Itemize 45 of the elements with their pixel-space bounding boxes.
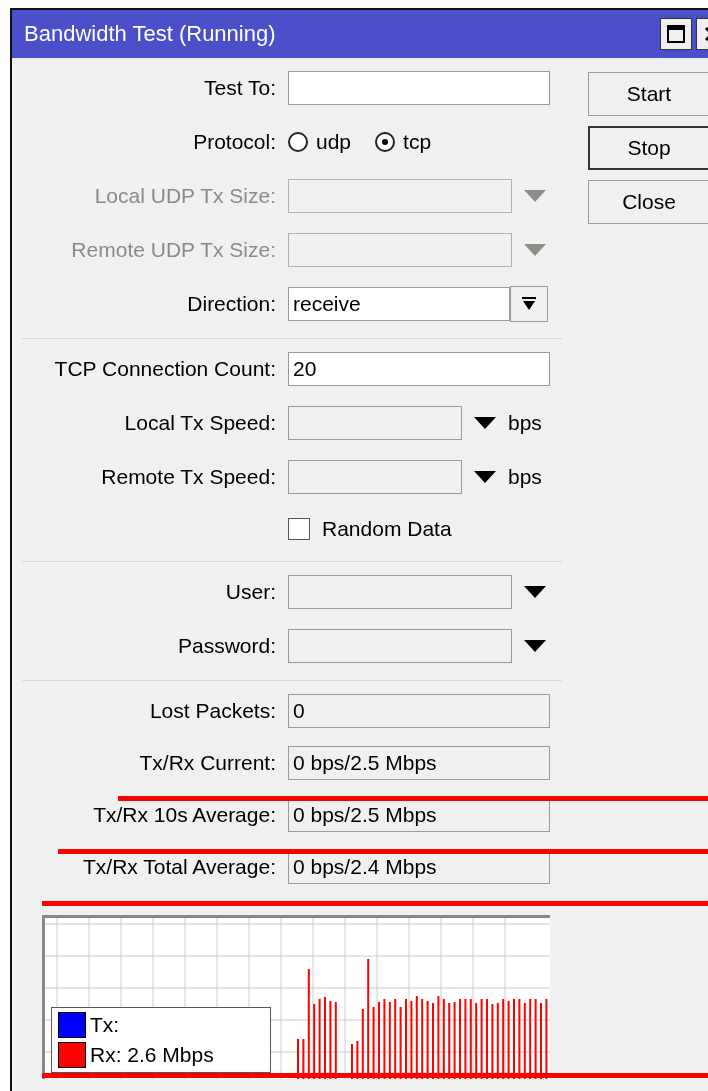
unit-label: bps: [508, 465, 542, 489]
dropdown-arrow-icon[interactable]: [524, 640, 546, 652]
radio-label: udp: [316, 130, 352, 154]
combo-field[interactable]: [288, 575, 512, 609]
legend-label: Tx:: [90, 1013, 120, 1037]
speed-field[interactable]: [288, 460, 462, 494]
legend-label: Rx: 2.6 Mbps: [90, 1043, 214, 1067]
maximize-icon: [667, 25, 685, 43]
field-label: Remote UDP Tx Size:: [70, 238, 277, 262]
field-label: Local UDP Tx Size:: [93, 184, 277, 208]
dropdown-arrow-icon[interactable]: [474, 471, 496, 483]
field-label: Direction:: [186, 292, 277, 316]
field-label: User:: [224, 580, 277, 604]
value-field: 0: [288, 694, 550, 728]
field-label: Protocol:: [192, 130, 277, 154]
dropdown-button[interactable]: [510, 286, 548, 322]
select-field[interactable]: receive: [288, 287, 510, 321]
checkbox[interactable]: [288, 518, 310, 540]
text-field[interactable]: [288, 71, 550, 105]
field-label: Remote Tx Speed:: [100, 465, 277, 489]
dropdown-arrow-icon: [522, 297, 536, 311]
dialog-button[interactable]: Start: [588, 72, 708, 116]
field-label: Local Tx Speed:: [123, 411, 277, 435]
field-label: Test To:: [203, 76, 277, 100]
checkbox-label: Random Data: [322, 517, 452, 541]
window-title: Bandwidth Test (Running): [24, 21, 277, 47]
dialog-button[interactable]: Close: [588, 180, 708, 224]
maximize-button[interactable]: [660, 18, 692, 50]
radio-label: tcp: [403, 130, 432, 154]
dialog-button[interactable]: Stop: [588, 126, 708, 170]
radio-button[interactable]: [288, 132, 308, 152]
speed-field[interactable]: [288, 406, 462, 440]
field-label: Password:: [176, 634, 277, 658]
radio-button[interactable]: [375, 132, 396, 152]
field-label: TCP Connection Count:: [53, 357, 277, 381]
combo-field[interactable]: [288, 629, 512, 663]
value-field: 0 bps/2.5 Mbps: [288, 746, 550, 780]
dropdown-arrow-icon[interactable]: [524, 586, 546, 598]
field-label: Tx/Rx Total Average:: [82, 855, 277, 879]
unit-label: bps: [508, 411, 542, 435]
field-label: Tx/Rx 10s Average:: [92, 803, 277, 827]
field-label: Tx/Rx Current:: [138, 751, 277, 775]
field-label: Lost Packets:: [148, 699, 277, 723]
text-field[interactable]: 20: [288, 352, 550, 386]
dropdown-arrow-icon[interactable]: [474, 417, 496, 429]
